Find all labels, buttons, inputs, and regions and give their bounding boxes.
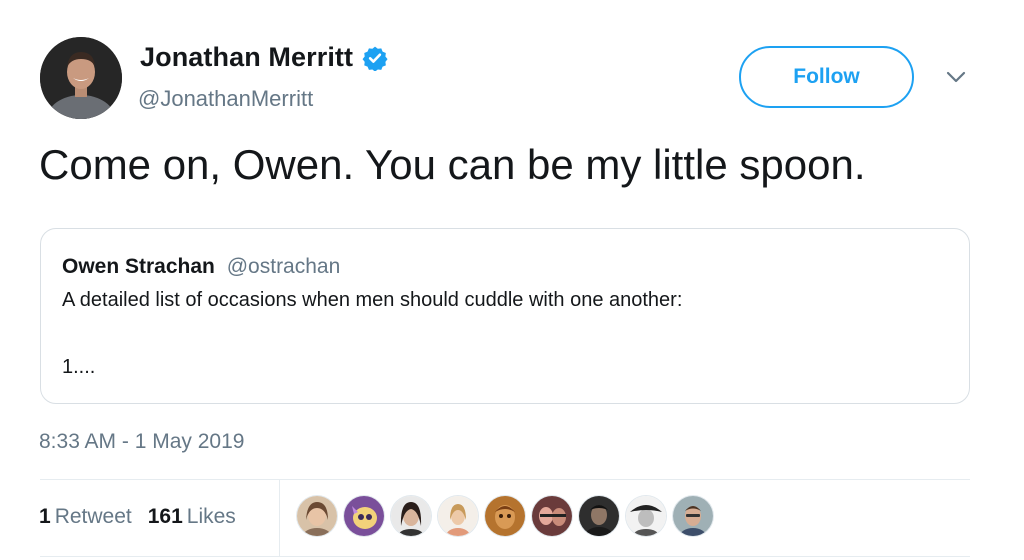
retweets-count: 1 bbox=[39, 505, 51, 528]
follow-button[interactable]: Follow bbox=[739, 46, 914, 108]
liker-photo-icon bbox=[485, 496, 525, 536]
liker-avatar-3[interactable] bbox=[391, 496, 431, 536]
liker-photo-icon bbox=[438, 496, 478, 536]
likes-count: 161 bbox=[147, 505, 183, 528]
author-handle[interactable]: @JonathanMerritt bbox=[138, 86, 313, 112]
verified-badge-icon bbox=[362, 46, 388, 71]
liker-photo-icon bbox=[673, 496, 713, 536]
stats-divider-bottom bbox=[40, 556, 970, 557]
tweet-text: Come on, Owen. You can be my little spoo… bbox=[39, 141, 866, 188]
quoted-author-name: Owen Strachan bbox=[62, 255, 215, 278]
quoted-tweet-list-start: 1.... bbox=[62, 356, 96, 378]
liker-avatar-5[interactable] bbox=[485, 496, 525, 536]
quoted-author-handle: @ostrachan bbox=[226, 255, 341, 278]
quoted-tweet-header: Owen Strachan @ostrachan bbox=[62, 255, 340, 279]
liker-photo-icon bbox=[391, 496, 431, 536]
tweet-stats: 1 Retweet 161 Likes bbox=[39, 505, 236, 529]
liker-photo-icon bbox=[297, 496, 337, 536]
liker-photo-icon bbox=[344, 496, 384, 536]
liker-avatar-7[interactable] bbox=[579, 496, 619, 536]
liker-avatar-1[interactable] bbox=[297, 496, 337, 536]
liker-avatar-2[interactable] bbox=[344, 496, 384, 536]
tweet-timestamp[interactable]: 8:33 AM - 1 May 2019 bbox=[39, 430, 244, 454]
liker-photo-icon bbox=[626, 496, 666, 536]
liker-photo-icon bbox=[532, 496, 572, 536]
chevron-down-icon[interactable] bbox=[944, 68, 968, 86]
liker-avatar-9[interactable] bbox=[673, 496, 713, 536]
profile-photo-icon bbox=[40, 37, 122, 119]
author-avatar[interactable] bbox=[40, 37, 122, 119]
liker-avatars bbox=[297, 496, 720, 536]
liker-avatar-6[interactable] bbox=[532, 496, 572, 536]
author-name-row: Jonathan Merritt bbox=[140, 42, 388, 73]
author-name[interactable]: Jonathan Merritt bbox=[140, 42, 353, 73]
likes-label: Likes bbox=[186, 505, 236, 528]
stats-separator bbox=[279, 480, 280, 556]
liker-avatar-8[interactable] bbox=[626, 496, 666, 536]
retweets-stat[interactable]: 1 Retweet bbox=[39, 505, 132, 528]
quoted-tweet-text: A detailed list of occasions when men sh… bbox=[62, 289, 683, 311]
retweets-label: Retweet bbox=[54, 505, 132, 528]
likes-stat[interactable]: 161 Likes bbox=[148, 505, 236, 528]
liker-avatar-4[interactable] bbox=[438, 496, 478, 536]
liker-photo-icon bbox=[579, 496, 619, 536]
stats-divider-top bbox=[40, 479, 970, 480]
quoted-tweet[interactable]: Owen Strachan @ostrachan A detailed list… bbox=[40, 228, 970, 404]
